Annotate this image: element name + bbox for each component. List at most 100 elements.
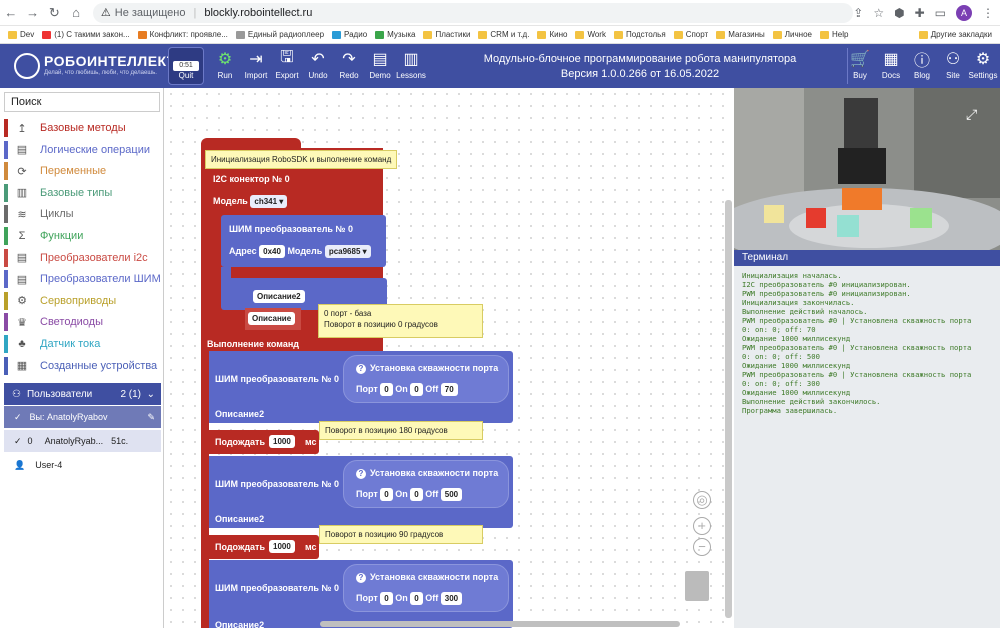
help-icon[interactable]: ? bbox=[356, 469, 366, 479]
bookmark[interactable]: Конфликт: проявле... bbox=[137, 30, 228, 39]
user-row[interactable]: ✓ 0 AnatolyRyab... 51с. bbox=[4, 430, 161, 452]
desc-block[interactable]: Описание bbox=[245, 308, 301, 330]
off-field[interactable]: 70 bbox=[440, 383, 458, 396]
pwm-init-block[interactable]: ШИМ преобразователь № 0 Адрес 0x40 Модел… bbox=[221, 215, 386, 267]
category-8[interactable]: ⚙ Сервоприводы bbox=[4, 291, 162, 311]
set-duty-block-1[interactable]: ? Установка скважности порта Порт 0 On 0 … bbox=[343, 355, 509, 403]
reload-icon[interactable]: ↻ bbox=[43, 5, 65, 21]
port-field[interactable]: 0 bbox=[380, 383, 393, 396]
wait-block-2[interactable]: Подождать 1000 мс bbox=[205, 535, 319, 559]
fullscreen-icon[interactable]: ⤢ bbox=[966, 106, 977, 123]
desc2-field[interactable]: Описание2 bbox=[253, 290, 305, 303]
set-duty-block-3[interactable]: ? Установка скважности порта Порт 0 On 0 … bbox=[343, 564, 509, 612]
chevron-down-icon[interactable]: ⌄ bbox=[147, 389, 155, 400]
desc-field[interactable]: Описание bbox=[248, 312, 296, 325]
edit-icon[interactable]: ✎ bbox=[147, 412, 155, 423]
bookmark[interactable]: Dev bbox=[8, 30, 34, 39]
bookmark[interactable]: Work bbox=[575, 30, 606, 39]
search-input[interactable]: Поиск bbox=[4, 92, 160, 112]
set-duty-block-2[interactable]: ? Установка скважности порта Порт 0 On 0 … bbox=[343, 460, 509, 508]
model2-dropdown[interactable]: pca9685 ▾ bbox=[324, 245, 371, 258]
lessons-button[interactable]: ▥ Lessons bbox=[396, 47, 426, 80]
back-icon[interactable]: ← bbox=[0, 5, 22, 20]
category-5[interactable]: Σ Функции bbox=[4, 226, 162, 246]
settings-button[interactable]: ⚙ Settings bbox=[968, 47, 998, 80]
blog-button[interactable]: ⓘ Blog bbox=[907, 47, 937, 80]
forward-icon[interactable]: → bbox=[22, 5, 44, 20]
buy-button[interactable]: 🛒 Buy bbox=[845, 47, 875, 80]
docs-button[interactable]: ▦ Docs bbox=[876, 47, 906, 80]
home-icon[interactable]: ⌂ bbox=[65, 5, 87, 20]
extension-icon[interactable]: ⬢ bbox=[894, 6, 904, 20]
puzzle-icon[interactable]: ✚ bbox=[915, 6, 925, 20]
on-field[interactable]: 0 bbox=[410, 592, 423, 605]
zoom-in-icon[interactable]: + bbox=[693, 517, 711, 535]
bookmark[interactable]: Help bbox=[820, 30, 848, 39]
help-icon[interactable]: ? bbox=[356, 573, 366, 583]
sidepanel-icon[interactable]: ▭ bbox=[935, 6, 946, 20]
bookmark[interactable]: Магазины bbox=[716, 30, 765, 39]
addr-field[interactable]: 0x40 bbox=[259, 245, 285, 258]
bookmark[interactable]: Кино bbox=[537, 30, 567, 39]
bookmark[interactable]: Спорт bbox=[673, 30, 708, 39]
port-field[interactable]: 0 bbox=[380, 488, 393, 501]
off-field[interactable]: 300 bbox=[440, 592, 463, 605]
wait-field[interactable]: 1000 bbox=[269, 540, 295, 553]
category-3[interactable]: ▥ Базовые типы bbox=[4, 183, 162, 203]
export-button[interactable]: 🖫 Export bbox=[272, 47, 302, 81]
port-field[interactable]: 0 bbox=[380, 592, 393, 605]
site-button[interactable]: ⚇ Site bbox=[938, 47, 968, 80]
bookmark[interactable]: Подстолья bbox=[613, 30, 666, 39]
wait-block-1[interactable]: Подождать 1000 мс bbox=[205, 430, 319, 454]
demo-button[interactable]: ▤ Demo bbox=[365, 47, 395, 80]
bookmark[interactable]: CRM и т.д. bbox=[478, 30, 529, 39]
pwm-block-3[interactable]: ШИМ преобразователь № 0 ? Установка скваж… bbox=[205, 560, 513, 628]
category-0[interactable]: ↥ Базовые методы bbox=[4, 118, 162, 138]
address-bar[interactable]: ⚠ Не защищено | blockly.robointellect.ru bbox=[92, 2, 854, 23]
star-icon[interactable]: ☆ bbox=[873, 6, 884, 20]
help-icon[interactable]: ? bbox=[356, 364, 366, 374]
users-header[interactable]: ⚇ Пользователи 2 (1) ⌄ bbox=[4, 383, 161, 405]
category-6[interactable]: ▤ Преобразователи i2c bbox=[4, 248, 162, 268]
bookmark[interactable]: (1) С такими закон... bbox=[42, 30, 130, 39]
bookmark[interactable]: Личное bbox=[772, 30, 812, 39]
redo-button[interactable]: ↷ Redo bbox=[334, 47, 364, 80]
on-field[interactable]: 0 bbox=[410, 488, 423, 501]
center-icon[interactable]: ◎ bbox=[693, 491, 711, 509]
undo-button[interactable]: ↶ Undo bbox=[303, 47, 333, 80]
import-button[interactable]: ⇥ Import bbox=[241, 47, 271, 80]
on-field[interactable]: 0 bbox=[410, 383, 423, 396]
pwm-block-1[interactable]: ШИМ преобразователь № 0 ? Установка скваж… bbox=[205, 351, 513, 423]
category-2[interactable]: ⟳ Переменные bbox=[4, 161, 162, 181]
category-7[interactable]: ▤ Преобразователи ШИМ bbox=[4, 269, 162, 289]
horizontal-scrollbar[interactable] bbox=[320, 621, 680, 627]
zoom-out-icon[interactable]: − bbox=[693, 538, 711, 556]
docs-icon: ▦ bbox=[883, 51, 899, 68]
profile-avatar[interactable]: A bbox=[956, 4, 972, 21]
category-10[interactable]: ♣ Датчик тока bbox=[4, 334, 162, 354]
bookmark[interactable]: Пластики bbox=[423, 30, 470, 39]
bookmark[interactable]: Радио bbox=[332, 30, 367, 39]
menu-icon[interactable]: ⋮ bbox=[982, 6, 994, 20]
pwm-block-2[interactable]: ШИМ преобразователь № 0 ? Установка скваж… bbox=[205, 456, 513, 528]
category-9[interactable]: ♛ Светодиоды bbox=[4, 312, 162, 332]
quit-button[interactable]: 0:51 Quit bbox=[168, 47, 204, 85]
bookmark[interactable]: Единый радиоплеер bbox=[235, 30, 324, 39]
blockly-workspace[interactable]: I2C конектор № 0 Модель ch341 ▾ Выполнен… bbox=[165, 88, 733, 628]
category-1[interactable]: ▤ Логические операции bbox=[4, 140, 162, 160]
model-dropdown[interactable]: ch341 ▾ bbox=[250, 195, 288, 208]
user-row[interactable]: 👤 User-4 bbox=[4, 454, 161, 476]
category-4[interactable]: ≋ Циклы bbox=[4, 204, 162, 224]
trash-icon[interactable] bbox=[685, 571, 709, 601]
off-field[interactable]: 500 bbox=[440, 488, 463, 501]
current-user-row[interactable]: ✓ Вы: AnatolyRyabov ✎ bbox=[4, 406, 161, 428]
other-bookmarks[interactable]: Другие закладки bbox=[918, 30, 992, 39]
category-11[interactable]: ▦ Созданные устройства bbox=[4, 356, 162, 376]
bookmark[interactable]: Музыка bbox=[375, 30, 415, 39]
user-name: AnatolyRyab... bbox=[44, 436, 104, 446]
users-count: 2 (1) bbox=[120, 388, 141, 400]
share-icon[interactable]: ⇪ bbox=[853, 6, 863, 20]
wait-field[interactable]: 1000 bbox=[269, 435, 295, 448]
vertical-scrollbar[interactable] bbox=[725, 200, 732, 618]
run-button[interactable]: ⚙ Run bbox=[210, 47, 240, 80]
